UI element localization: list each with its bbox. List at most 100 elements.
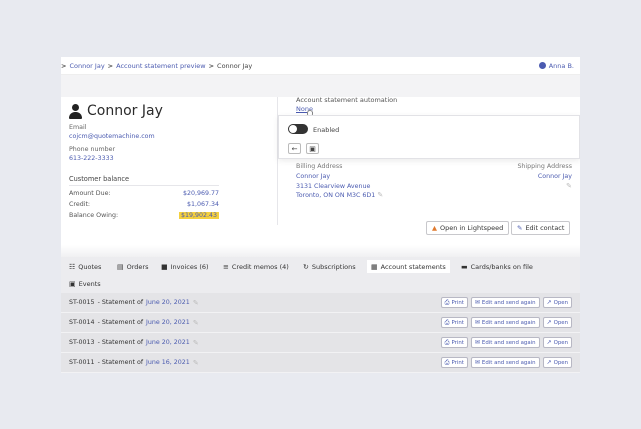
pencil-icon[interactable]: ✎	[377, 191, 383, 199]
enabled-label: Enabled	[313, 126, 340, 134]
balance-owing-label: Balance Owing:	[69, 212, 119, 219]
print-button[interactable]: ⎙ Print	[440, 317, 468, 328]
tab-credit-memos[interactable]: ≡ Credit memos (4)	[219, 260, 293, 273]
divider	[69, 185, 219, 186]
statement-date[interactable]: June 20, 2021	[146, 299, 190, 306]
open-button[interactable]: ↗ Open	[542, 357, 572, 368]
phone-label: Phone number	[69, 146, 116, 153]
phone-link[interactable]: 613-222-3333	[69, 155, 114, 162]
statement-date[interactable]: June 20, 2021	[146, 339, 190, 346]
edit-icon: ✎	[517, 224, 523, 232]
envelope-icon: ✉	[474, 299, 480, 306]
pencil-icon[interactable]: ✎	[566, 182, 572, 190]
tab-account-statements[interactable]: ▦ Account statements	[367, 260, 450, 273]
tab-label: Account statements	[380, 262, 446, 271]
customer-name-heading: Connor Jay	[69, 103, 163, 119]
credit-row: Credit: $1,067.34	[69, 201, 219, 208]
statement-title: ST-0014 - Statement of June 20, 2021 ✎	[69, 319, 438, 327]
tab-label: Cards/banks on file	[470, 262, 533, 271]
tab-label: Subscriptions	[311, 262, 356, 271]
breadcrumb-item-current: Connor Jay	[217, 61, 253, 70]
envelope-icon: ✉	[474, 319, 480, 326]
statement-of-label: - Statement of	[97, 319, 144, 326]
amount-due-label: Amount Due:	[69, 190, 111, 197]
open-in-lightspeed-button[interactable]: ▲ Open in Lightspeed	[426, 221, 510, 235]
open-label: Open	[553, 319, 568, 326]
shipping-name[interactable]: Connor Jay	[538, 172, 572, 182]
user-name: Anna B.	[548, 61, 574, 70]
customer-balance-title: Customer balance	[69, 175, 130, 183]
statement-of-label: - Statement of	[97, 299, 144, 306]
open-button[interactable]: ↗ Open	[542, 317, 572, 328]
print-button[interactable]: ⎙ Print	[440, 297, 468, 308]
edit-send-button[interactable]: ✉ Edit and send again	[470, 317, 540, 328]
edit-send-button[interactable]: ✉ Edit and send again	[470, 297, 540, 308]
tab-quotes[interactable]: ☷ Quotes	[65, 260, 105, 273]
statement-id: ST-0013	[69, 339, 95, 346]
tab-subscriptions[interactable]: ↻ Subscriptions	[299, 260, 360, 273]
billing-address: Connor Jay 3131 Clearview Avenue Toronto…	[296, 172, 383, 201]
statement-of-label: - Statement of	[97, 339, 144, 346]
tab-label: Orders	[126, 262, 149, 271]
table-row: ST-0015 - Statement of June 20, 2021 ✎ ⎙…	[61, 293, 580, 313]
statement-date[interactable]: June 16, 2021	[146, 359, 190, 366]
user-menu[interactable]: Anna B.	[538, 61, 574, 70]
table-row: ST-0011 - Statement of June 16, 2021 ✎ ⎙…	[61, 353, 580, 373]
balance-owing-row: Balance Owing: $19,902.43	[69, 212, 219, 219]
edit-send-button[interactable]: ✉ Edit and send again	[470, 337, 540, 348]
pencil-icon[interactable]: ✎	[193, 319, 199, 327]
header-band	[61, 75, 580, 97]
pencil-icon[interactable]: ✎	[193, 339, 199, 347]
top-bar: > Connor Jay > Account statement preview…	[61, 57, 580, 75]
tab-events[interactable]: ▣ Events	[65, 277, 105, 290]
edit-send-label: Edit and send again	[481, 299, 536, 306]
external-link-icon: ↗	[546, 319, 552, 326]
printer-icon: ⎙	[444, 298, 450, 306]
card-icon: ▬	[461, 262, 468, 271]
table-row: ST-0013 - Statement of June 20, 2021 ✎ ⎙…	[61, 333, 580, 353]
email-link[interactable]: cojcm@quotemachine.com	[69, 133, 155, 140]
enabled-toggle[interactable]	[288, 124, 308, 134]
back-button[interactable]: ←	[288, 143, 301, 154]
print-button[interactable]: ⎙ Print	[440, 357, 468, 368]
tab-orders[interactable]: ▤ Orders	[113, 260, 152, 273]
statement-of-label: - Statement of	[97, 359, 144, 366]
tab-cards-banks[interactable]: ▬ Cards/banks on file	[457, 260, 537, 273]
breadcrumb-separator: >	[107, 61, 114, 70]
billing-line2-wrap: Toronto, ON ON M3C 6D1 ✎	[296, 191, 383, 201]
external-link-icon: ↗	[546, 339, 552, 346]
envelope-icon: ✉	[474, 359, 480, 366]
envelope-icon: ✉	[474, 339, 480, 346]
print-label: Print	[451, 339, 464, 346]
statement-title: ST-0013 - Statement of June 20, 2021 ✎	[69, 339, 438, 347]
calendar-icon: ▣	[69, 279, 76, 288]
billing-name[interactable]: Connor Jay	[296, 172, 383, 182]
balance-owing-value: $19,902.43	[178, 212, 219, 219]
edit-contact-label: Edit contact	[525, 224, 565, 232]
breadcrumb-item-statement-preview[interactable]: Account statement preview	[116, 62, 205, 70]
print-button[interactable]: ⎙ Print	[440, 337, 468, 348]
pencil-icon[interactable]: ✎	[193, 359, 199, 367]
open-button[interactable]: ↗ Open	[542, 297, 572, 308]
edit-contact-button[interactable]: ✎ Edit contact	[511, 221, 571, 235]
print-label: Print	[451, 319, 464, 326]
edit-send-label: Edit and send again	[481, 339, 536, 346]
open-button[interactable]: ↗ Open	[542, 337, 572, 348]
open-label: Open	[553, 359, 568, 366]
tab-invoices[interactable]: ■ Invoices (6)	[157, 260, 213, 273]
statement-title: ST-0011 - Statement of June 16, 2021 ✎	[69, 359, 438, 367]
statement-id: ST-0011	[69, 359, 95, 366]
edit-send-button[interactable]: ✉ Edit and send again	[470, 357, 540, 368]
pencil-icon[interactable]: ✎	[193, 299, 199, 307]
arrow-left-icon: ←	[291, 144, 298, 153]
flame-icon: ▲	[432, 224, 437, 232]
save-button[interactable]: ▣	[306, 143, 319, 154]
invoices-icon: ■	[161, 262, 168, 271]
statement-id: ST-0014	[69, 319, 95, 326]
statement-date[interactable]: June 20, 2021	[146, 319, 190, 326]
billing-line2: Toronto, ON ON M3C 6D1	[296, 192, 376, 199]
user-circle-icon	[538, 62, 546, 69]
shipping-edit-wrap: ✎	[538, 182, 572, 192]
app-window: > Connor Jay > Account statement preview…	[61, 57, 580, 373]
breadcrumb-item-customer[interactable]: Connor Jay	[69, 62, 104, 70]
